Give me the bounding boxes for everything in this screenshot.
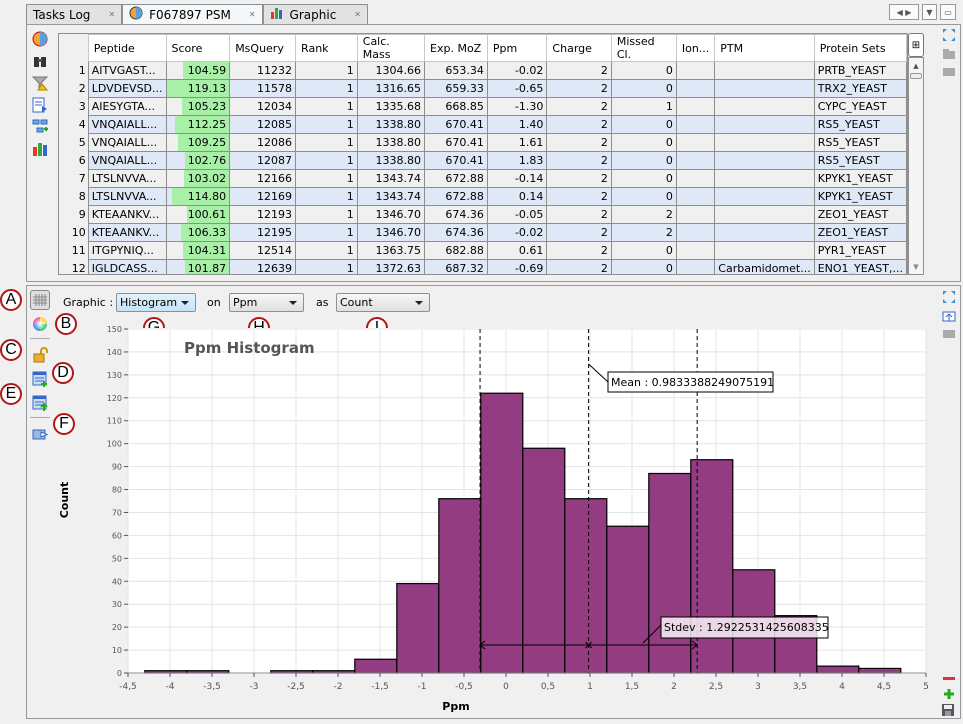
histogram-bar (564, 498, 608, 674)
y-tick-label: 90 (112, 463, 122, 472)
histogram-bar (396, 582, 440, 674)
add-icon[interactable] (942, 688, 956, 702)
graphic-right-toolbar (940, 290, 958, 347)
mean-label: Mean : 0.9833388249075191 (611, 376, 774, 389)
x-tick-label: 1 (587, 682, 593, 692)
expand-icon[interactable] (940, 290, 958, 306)
histogram-bar (606, 525, 650, 674)
x-tick-label: 2,5 (709, 682, 723, 692)
x-tick-label: -2,5 (287, 682, 305, 692)
x-tick-label: 3 (755, 682, 761, 692)
y-tick-label: 140 (107, 348, 122, 357)
x-tick-label: 5 (923, 682, 929, 692)
histogram-bar (354, 658, 398, 674)
x-axis-label: Ppm (442, 700, 469, 713)
x-tick-label: 4 (839, 682, 845, 692)
y-tick-label: 70 (112, 508, 122, 517)
histogram-bar (858, 667, 902, 674)
y-tick-label: 130 (107, 371, 122, 380)
y-tick-label: 110 (107, 417, 122, 426)
chart-title: Ppm Histogram (184, 339, 315, 357)
y-tick-label: 100 (107, 440, 122, 449)
x-tick-label: -4,5 (119, 682, 137, 692)
histogram-chart: Mean : 0.9833388249075191 Stdev : 1.29225… (58, 325, 929, 713)
y-tick-label: 50 (112, 554, 122, 563)
x-tick-label: 2 (671, 682, 677, 692)
x-tick-label: 4,5 (877, 682, 891, 692)
x-tick-label: 0 (503, 682, 509, 692)
add-below-icon[interactable] (940, 328, 958, 344)
x-tick-label: -1 (418, 682, 427, 692)
histogram-bar (816, 665, 860, 674)
histogram-bar (648, 472, 692, 674)
y-tick-label: 60 (112, 531, 122, 540)
y-tick-label: 0 (117, 669, 122, 678)
y-tick-label: 20 (112, 623, 122, 632)
y-tick-label: 120 (107, 394, 122, 403)
x-tick-label: 1,5 (625, 682, 639, 692)
x-axis: -4,5 -4 -3,5 -3 -2,5 -2 -1,5 -1 -0,5 0 0,5 1 1,5 2 2,5… (119, 672, 929, 692)
y-axis-label: Count (58, 482, 71, 519)
stdev-label: Stdev : 1.2922531425608335 (664, 621, 829, 634)
graphic-bottom-toolbar (942, 674, 956, 718)
x-tick-label: -3,5 (203, 682, 221, 692)
x-tick-label: -1,5 (371, 682, 389, 692)
x-tick-label: -2 (334, 682, 343, 692)
x-tick-label: -0,5 (455, 682, 473, 692)
y-tick-label: 40 (112, 577, 122, 586)
histogram-bar (480, 392, 524, 674)
histogram-bar (522, 447, 566, 674)
y-axis: 0 10 20 30 40 50 60 70 80 90 100 110 120 130 140 150 (107, 325, 128, 678)
add-above-icon[interactable] (940, 309, 958, 325)
y-tick-label: 10 (112, 646, 122, 655)
save-icon[interactable] (942, 704, 956, 718)
remove-icon[interactable] (943, 677, 955, 680)
x-tick-label: -4 (166, 682, 175, 692)
y-tick-label: 30 (112, 600, 122, 609)
x-tick-label: 3,5 (793, 682, 807, 692)
histogram-bar (438, 498, 482, 674)
x-tick-label: -3 (250, 682, 259, 692)
y-tick-label: 150 (107, 325, 122, 334)
x-tick-label: 0,5 (541, 682, 555, 692)
y-tick-label: 80 (112, 486, 122, 495)
